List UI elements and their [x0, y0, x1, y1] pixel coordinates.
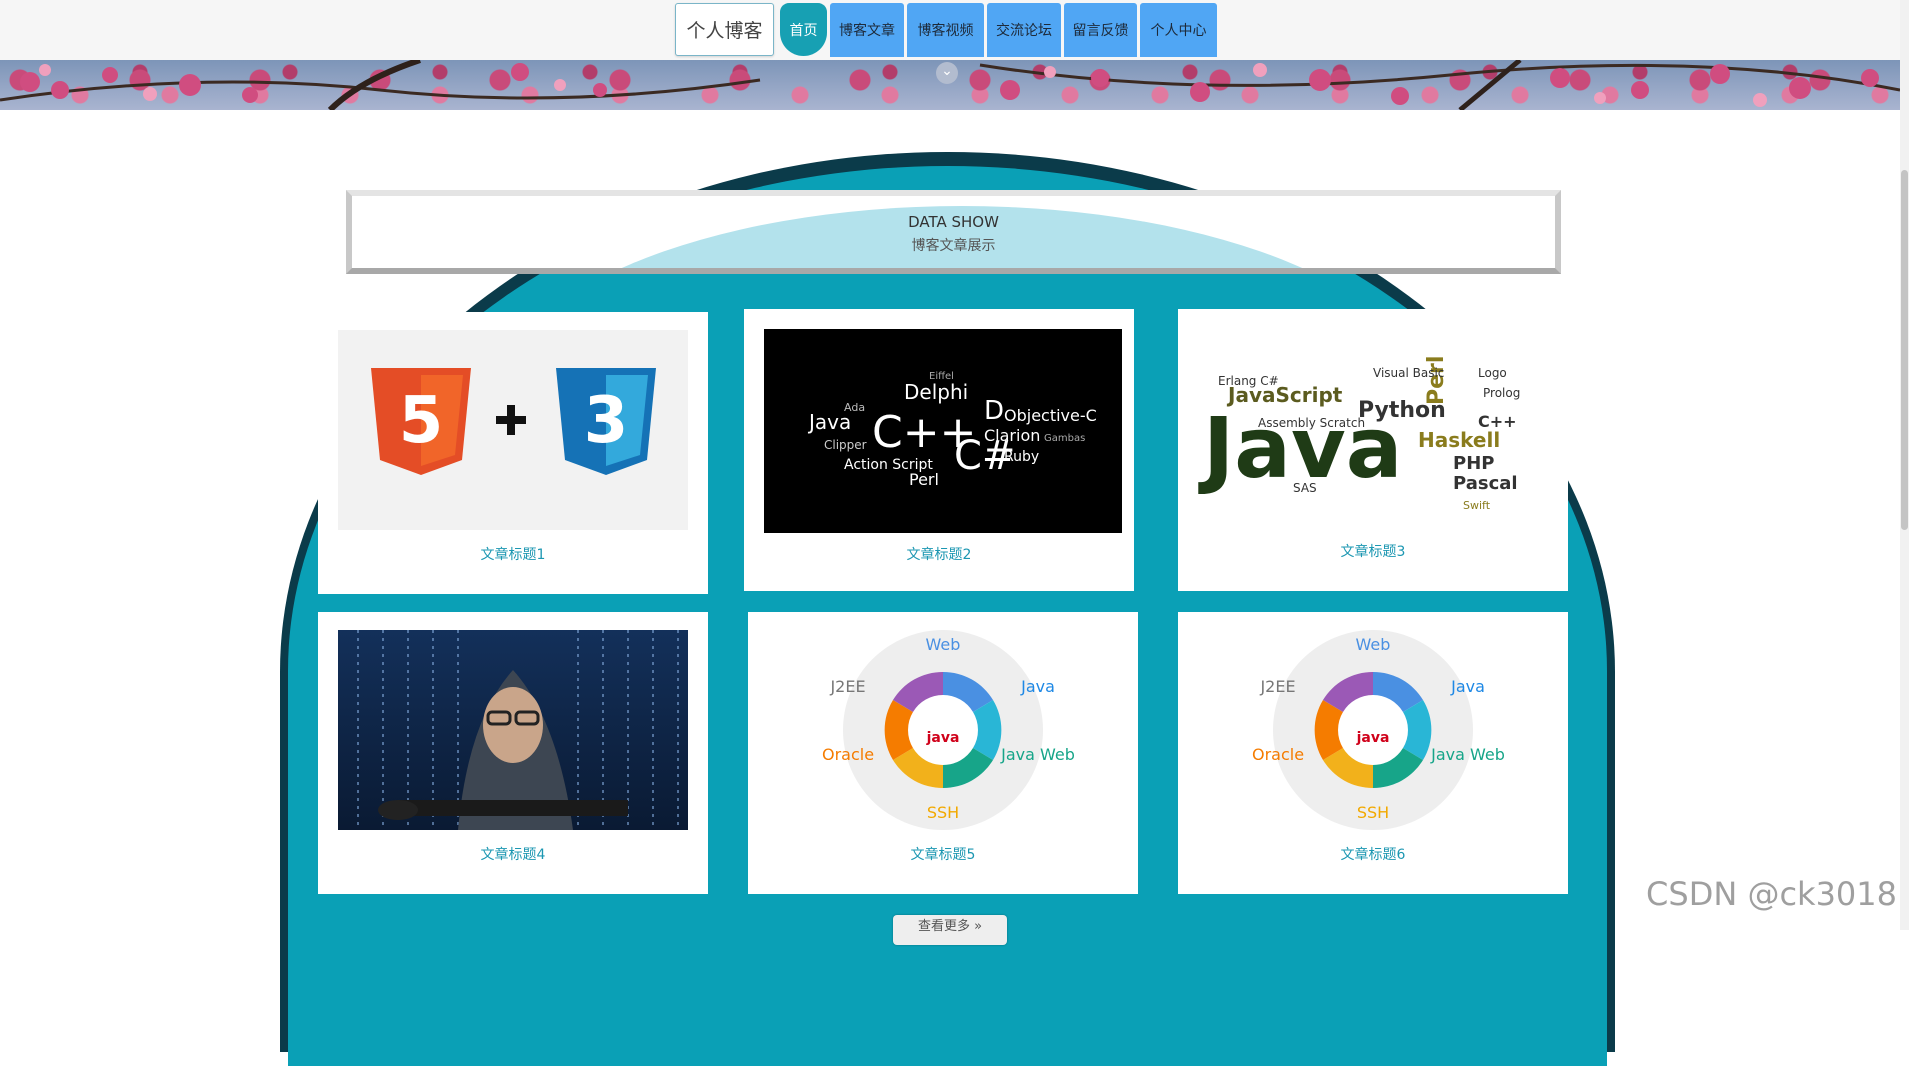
hacker-image[interactable] — [338, 630, 688, 830]
svg-text:java: java — [926, 730, 960, 746]
article-title[interactable]: 文章标题3 — [1178, 541, 1568, 561]
svg-text:SSH: SSH — [927, 803, 959, 822]
article-card[interactable]: Delphi D Java C++ C# Objective-C Clarion… — [744, 309, 1134, 591]
language-cloud-image[interactable]: Delphi D Java C++ C# Objective-C Clarion… — [764, 329, 1122, 533]
svg-text:Swift: Swift — [1463, 499, 1491, 512]
svg-text:Java: Java — [1450, 677, 1485, 696]
svg-text:Perl: Perl — [909, 470, 939, 489]
main-nav: 个人博客 首页 博客文章 博客视频 交流论坛 留言反馈 个人中心 — [675, 3, 1220, 57]
csdn-watermark: CSDN @ck3018 — [1646, 875, 1897, 913]
section-heading: DATA SHOW 博客文章展示 — [346, 190, 1561, 274]
svg-text:SAS: SAS — [1293, 481, 1317, 495]
svg-text:Haskell: Haskell — [1418, 428, 1500, 452]
nav-item-home[interactable]: 首页 — [780, 3, 827, 56]
nav-item-user-center[interactable]: 个人中心 — [1140, 3, 1217, 57]
article-title[interactable]: 文章标题6 — [1178, 844, 1568, 864]
java-cloud-image[interactable]: JavaScript Python Java Haskell PHP Pasca… — [1198, 327, 1548, 527]
article-card[interactable]: 文章标题4 — [318, 612, 708, 894]
section-title-zh: 博客文章展示 — [911, 238, 996, 254]
svg-text:J2EE: J2EE — [829, 677, 865, 696]
svg-text:Clipper: Clipper — [824, 438, 867, 452]
article-title[interactable]: 文章标题1 — [318, 544, 708, 564]
article-title[interactable]: 文章标题4 — [318, 844, 708, 864]
svg-text:5: 5 — [399, 384, 444, 458]
article-card[interactable]: java Web Java Java Web SSH Oracle J2EE 文… — [1178, 612, 1568, 894]
svg-text:Prolog: Prolog — [1483, 386, 1520, 400]
svg-text:Logo: Logo — [1478, 366, 1507, 380]
java-wheel-image[interactable]: java Web Java Java Web SSH Oracle J2EE — [1198, 630, 1548, 830]
svg-text:Java: Java — [1020, 677, 1055, 696]
svg-text:Java Web: Java Web — [1000, 745, 1075, 764]
html5-css3-image[interactable]: 5 3 — [338, 330, 688, 530]
chevron-down-icon[interactable]: ⌄ — [936, 62, 958, 84]
svg-text:Gambas: Gambas — [1044, 433, 1085, 444]
section-title-en: DATA SHOW — [908, 213, 999, 231]
article-title[interactable]: 文章标题2 — [744, 544, 1134, 564]
article-card[interactable]: JavaScript Python Java Haskell PHP Pasca… — [1178, 309, 1568, 591]
svg-text:Visual Basic: Visual Basic — [1373, 366, 1444, 380]
nav-item-feedback[interactable]: 留言反馈 — [1064, 3, 1137, 57]
svg-text:C++: C++ — [1478, 412, 1517, 431]
article-card[interactable]: 5 3 文章标题1 — [318, 312, 708, 594]
scrollbar-thumb[interactable] — [1901, 170, 1908, 530]
nav-item-forum[interactable]: 交流论坛 — [987, 3, 1061, 57]
svg-text:Objective-C: Objective-C — [1004, 406, 1097, 425]
top-navigation-bar: 个人博客 首页 博客文章 博客视频 交流论坛 留言反馈 个人中心 — [0, 0, 1900, 61]
svg-text:3: 3 — [584, 384, 629, 458]
svg-text:Web: Web — [926, 635, 961, 654]
svg-text:Clarion: Clarion — [984, 426, 1040, 445]
svg-text:Assembly Scratch: Assembly Scratch — [1258, 416, 1365, 430]
article-card[interactable]: java Web Java Java Web SSH Oracle J2EE 文… — [748, 612, 1138, 894]
article-title[interactable]: 文章标题5 — [748, 844, 1138, 864]
svg-text:java: java — [1356, 730, 1390, 746]
svg-text:Delphi: Delphi — [904, 380, 968, 404]
svg-text:Oracle: Oracle — [1252, 745, 1304, 764]
svg-text:Ruby: Ruby — [1004, 449, 1039, 465]
svg-text:PHP: PHP — [1453, 453, 1494, 474]
svg-text:Erlang C#: Erlang C# — [1218, 374, 1279, 388]
nav-item-blog-videos[interactable]: 博客视频 — [907, 3, 984, 57]
svg-text:Eiffel: Eiffel — [929, 371, 954, 382]
svg-text:Perl: Perl — [1424, 356, 1449, 405]
svg-text:Oracle: Oracle — [822, 745, 874, 764]
svg-text:D: D — [984, 396, 1004, 426]
svg-text:J2EE: J2EE — [1259, 677, 1295, 696]
svg-text:SSH: SSH — [1357, 803, 1389, 822]
page-scrollbar[interactable] — [1900, 0, 1909, 930]
svg-text:Java Web: Java Web — [1430, 745, 1505, 764]
svg-text:Web: Web — [1356, 635, 1391, 654]
nav-item-blog-articles[interactable]: 博客文章 — [830, 3, 904, 57]
java-wheel-image[interactable]: java Web Java Java Web SSH Oracle J2EE — [768, 630, 1118, 830]
svg-text:Pascal: Pascal — [1453, 473, 1518, 494]
svg-text:Ada: Ada — [844, 401, 865, 414]
view-more-button[interactable]: 查看更多 » — [893, 915, 1007, 945]
site-brand[interactable]: 个人博客 — [675, 3, 774, 56]
